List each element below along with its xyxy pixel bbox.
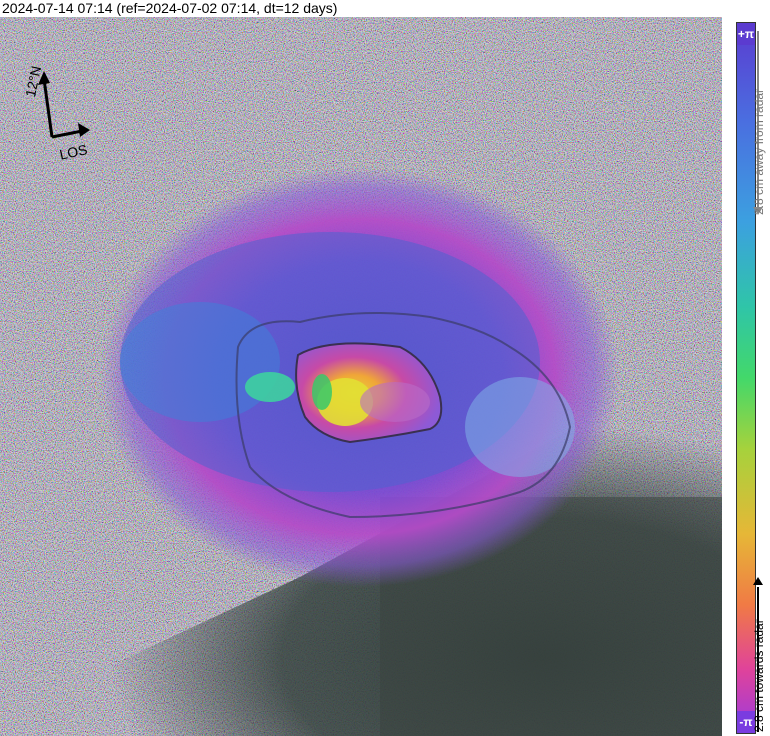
compass-arrows bbox=[38, 71, 90, 139]
interferogram-map[interactable]: 12°N LOS bbox=[0, 17, 722, 736]
colorbar-top-symbol: +π bbox=[737, 23, 755, 45]
towards-label: 2.8 cm towards radar bbox=[752, 619, 766, 732]
image-title: 2024-07-14 07:14 (ref=2024-07-02 07:14, … bbox=[2, 0, 338, 16]
colorbar: +π -π 2.8 cm away from radar 2.8 cm towa… bbox=[722, 17, 770, 736]
towards-arrowhead-icon bbox=[753, 577, 763, 585]
away-label: 2.8 cm away from radar bbox=[752, 88, 766, 215]
